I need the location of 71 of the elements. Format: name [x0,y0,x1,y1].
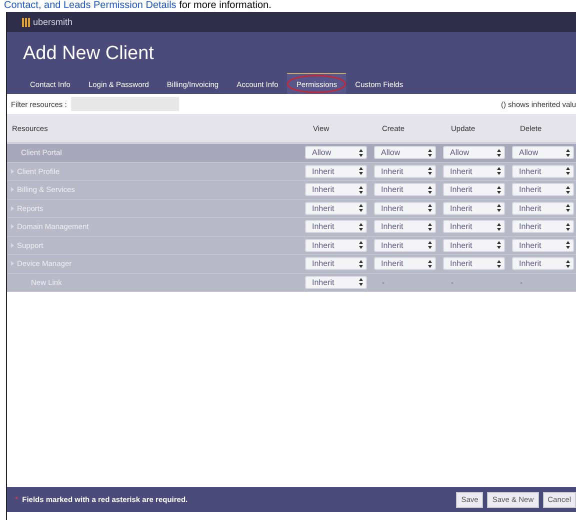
updown-caret-icon [566,204,570,212]
permission-dropdown[interactable]: Inherit [512,183,574,196]
permission-dropdown[interactable]: Inherit [305,238,367,252]
permission-dropdown[interactable]: Inherit [512,238,574,252]
permission-dropdown[interactable]: Allow [443,146,505,160]
expand-arrow-icon[interactable] [11,242,14,248]
permission-dropdown[interactable]: Inherit [374,164,436,178]
permission-dropdown[interactable]: Inherit [374,238,436,252]
permission-dropdown[interactable]: Inherit [443,183,505,196]
updown-caret-icon [566,260,570,268]
bars-logo-icon [22,18,30,26]
permission-dropdown[interactable]: Inherit [305,220,367,234]
permission-dropdown[interactable]: Inherit [443,238,505,252]
updown-caret-icon [428,186,432,194]
permission-dropdown[interactable]: Inherit [305,164,367,178]
expand-arrow-icon[interactable] [11,187,14,192]
permission-dropdown[interactable]: Inherit [374,257,436,270]
permission-dropdown[interactable]: Inherit [374,183,436,196]
updown-caret-icon [566,186,570,194]
permission-dropdown[interactable]: Inherit [512,220,574,234]
updown-caret-icon [428,260,432,268]
permission-dropdown[interactable]: Inherit [305,276,367,289]
permission-dropdown[interactable]: Inherit [443,220,505,234]
expand-arrow-icon[interactable] [11,168,14,174]
permission-dropdown[interactable]: Inherit [512,164,574,178]
permission-dropdown[interactable]: Inherit [443,202,505,215]
updown-caret-icon [566,148,570,157]
updown-caret-icon [497,148,501,157]
updown-caret-icon [428,222,432,231]
updown-caret-icon [359,148,363,157]
updown-caret-icon [359,167,363,176]
updown-caret-icon [359,204,363,212]
expand-arrow-icon[interactable] [11,224,14,230]
updown-caret-icon [566,222,570,231]
expand-arrow-icon[interactable] [11,206,14,211]
updown-caret-icon [359,222,363,231]
permission-dropdown[interactable]: Allow [512,146,574,160]
updown-caret-icon [497,204,501,212]
updown-caret-icon [497,222,501,231]
permission-dropdown[interactable]: Inherit [512,257,574,270]
permission-details-link[interactable]: Contact, and Leads Permission Details [4,0,176,11]
updown-caret-icon [359,260,363,268]
updown-caret-icon [497,241,501,250]
permission-dropdown[interactable]: Inherit [374,220,436,234]
brand-name: ubersmith [33,17,73,27]
permission-dropdown[interactable]: Inherit [512,202,574,215]
permission-dropdown[interactable]: Inherit [305,257,367,270]
updown-caret-icon [566,241,570,250]
updown-caret-icon [428,167,432,176]
updown-caret-icon [497,260,501,268]
permission-dropdown[interactable]: Allow [305,146,367,160]
annotation-ellipse [287,74,346,94]
permission-dropdown[interactable]: Inherit [305,202,367,215]
permission-dropdown[interactable]: Allow [374,146,436,160]
updown-caret-icon [428,241,432,250]
updown-caret-icon [497,186,501,194]
permission-dropdown[interactable]: Inherit [305,183,367,196]
updown-caret-icon [428,204,432,212]
permission-dropdown[interactable]: Inherit [443,257,505,270]
updown-caret-icon [428,148,432,157]
expand-arrow-icon[interactable] [11,261,14,266]
permission-dropdown[interactable]: Inherit [443,164,505,178]
required-asterisk: * [15,495,18,504]
updown-caret-icon [497,167,501,176]
updown-caret-icon [359,278,363,286]
page-title: Add New Client [22,42,155,66]
updown-caret-icon [359,241,363,250]
updown-caret-icon [566,167,570,176]
permission-dropdown[interactable]: Inherit [374,202,436,215]
intro-text: Contact, and Leads Permission Details for more information. [3,0,272,12]
updown-caret-icon [359,186,363,194]
